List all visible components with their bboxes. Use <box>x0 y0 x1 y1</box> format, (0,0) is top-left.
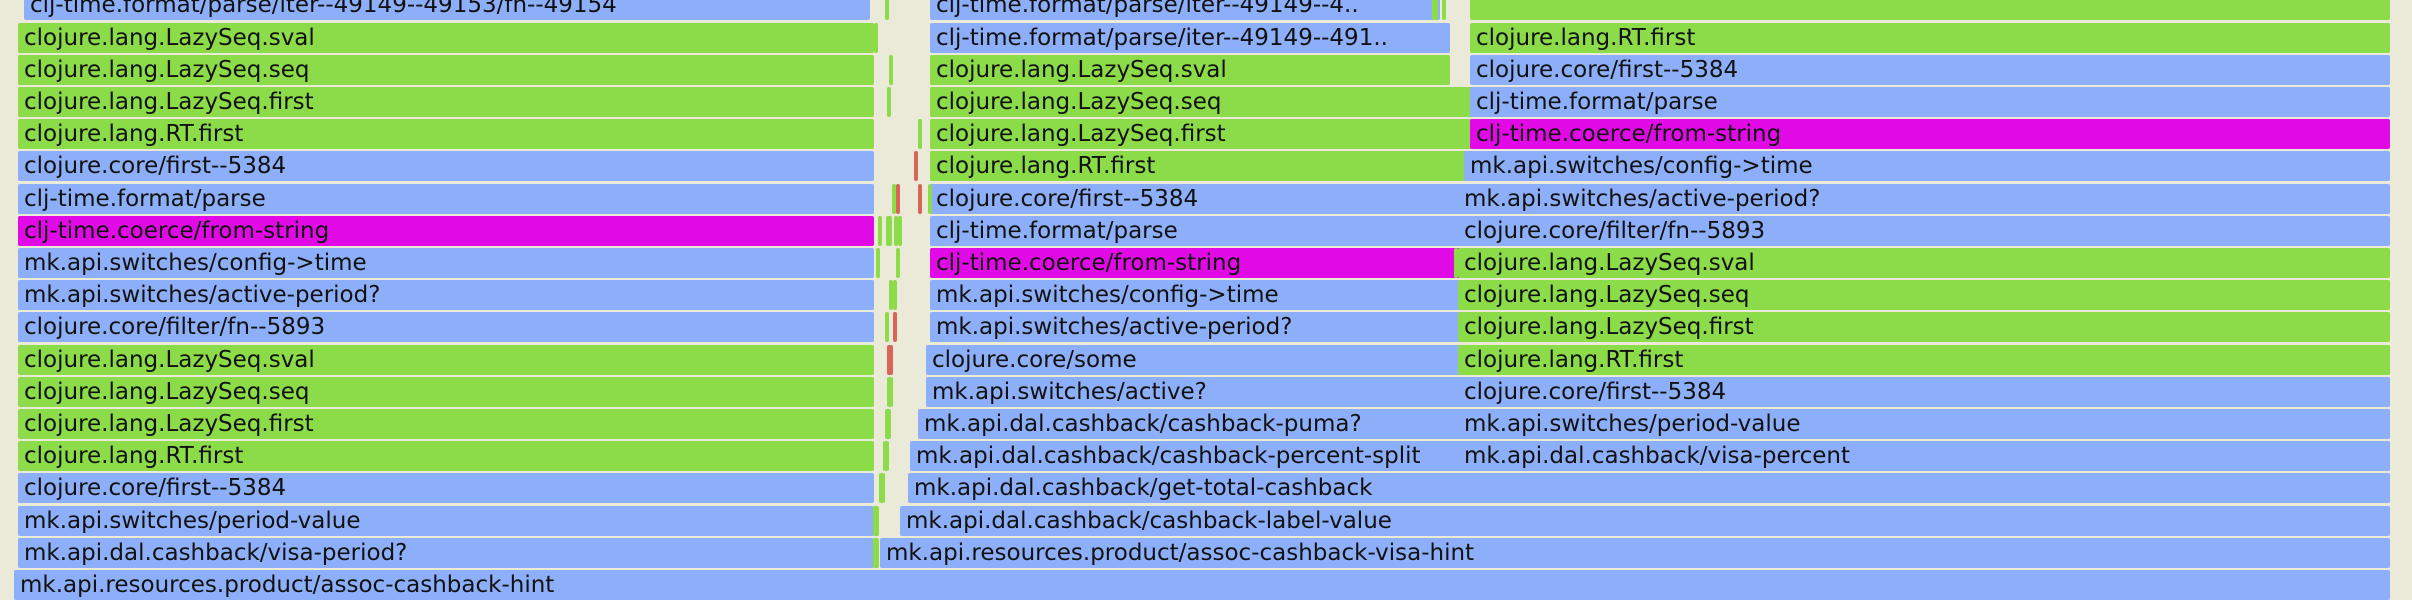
stack-frame-sliver[interactable] <box>896 183 900 214</box>
stack-frame-sliver[interactable] <box>1470 0 2390 21</box>
stack-frame[interactable]: clojure.lang.RT.first <box>18 119 874 150</box>
stack-frame[interactable]: mk.api.switches/active-period? <box>18 280 874 311</box>
stack-frame-sliver[interactable] <box>885 0 889 21</box>
stack-frame[interactable]: mk.api.dal.cashback/cashback-label-value <box>900 505 2390 536</box>
stack-frame[interactable]: clj-time.format/parse <box>18 183 874 214</box>
stack-frame-sliver[interactable] <box>887 376 893 407</box>
stack-frame-sliver[interactable] <box>873 505 879 536</box>
stack-frame-sliver[interactable] <box>874 22 878 53</box>
stack-frame-sliver[interactable] <box>893 280 897 311</box>
stack-frame[interactable]: mk.api.switches/period-value <box>18 505 874 536</box>
stack-frame[interactable]: mk.api.dal.cashback/visa-period? <box>18 537 874 568</box>
stack-frame[interactable]: clojure.lang.LazySeq.seq <box>18 376 874 407</box>
stack-frame-sliver[interactable] <box>918 183 922 214</box>
stack-frame[interactable]: clj-time.format/parse/iter--49149--49153… <box>24 0 870 21</box>
stack-frame[interactable]: clj-time.format/parse/iter--49149--4.. <box>930 0 1440 21</box>
stack-frame-sliver[interactable] <box>885 409 891 439</box>
stack-frame-sliver[interactable] <box>883 441 889 472</box>
stack-frame[interactable]: clojure.lang.RT.first <box>18 441 874 472</box>
stack-frame[interactable]: mk.api.switches/config->time <box>18 248 874 278</box>
stack-frame[interactable]: clj-time.coerce/from-string <box>1470 119 2390 150</box>
stack-frame[interactable]: clojure.core/first--5384 <box>18 473 874 504</box>
stack-frame[interactable]: clojure.core/first--5384 <box>18 151 874 182</box>
stack-frame[interactable]: clojure.lang.LazySeq.seq <box>1458 280 2390 311</box>
stack-frame-sliver[interactable] <box>918 119 922 150</box>
stack-frame-sliver[interactable] <box>1454 248 1458 278</box>
stack-frame[interactable]: mk.api.dal.cashback/get-total-cashback <box>908 473 2390 504</box>
stack-frame[interactable]: mk.api.dal.cashback/visa-percent <box>1458 441 2390 472</box>
stack-frame-sliver[interactable] <box>886 215 892 246</box>
stack-frame[interactable]: clj-time.format/parse <box>1470 87 2390 117</box>
stack-frame[interactable]: clojure.lang.LazySeq.sval <box>1458 248 2390 278</box>
stack-frame[interactable]: mk.api.resources.product/assoc-cashback-… <box>14 570 2390 600</box>
stack-frame-sliver[interactable] <box>889 54 893 85</box>
stack-frame-sliver[interactable] <box>887 344 893 375</box>
stack-frame-sliver[interactable] <box>928 183 932 214</box>
stack-frame-sliver[interactable] <box>898 215 902 246</box>
stack-frame[interactable]: clojure.core/first--5384 <box>1470 54 2390 85</box>
stack-frame[interactable]: clojure.lang.LazySeq.first <box>18 409 874 439</box>
stack-frame-sliver[interactable] <box>878 215 882 246</box>
stack-frame[interactable]: clj-time.format/parse/iter--49149--491.. <box>930 22 1450 53</box>
stack-frame-sliver[interactable] <box>887 87 891 117</box>
stack-frame[interactable]: mk.api.switches/config->time <box>1464 151 2390 182</box>
stack-frame[interactable]: clojure.lang.LazySeq.first <box>18 87 874 117</box>
stack-frame[interactable]: clojure.lang.LazySeq.sval <box>18 22 874 53</box>
stack-frame[interactable]: clj-time.coerce/from-string <box>18 215 874 246</box>
stack-frame[interactable]: clojure.lang.RT.first <box>1470 22 2390 53</box>
stack-frame-sliver[interactable] <box>876 248 880 278</box>
stack-frame[interactable]: clojure.core/filter/fn--5893 <box>18 312 874 343</box>
stack-frame[interactable]: mk.api.switches/period-value <box>1458 409 2390 439</box>
stack-frame-sliver[interactable] <box>885 312 889 343</box>
stack-frame[interactable]: clojure.lang.RT.first <box>1458 344 2390 375</box>
stack-frame[interactable]: mk.api.switches/active-period? <box>1458 183 2390 214</box>
stack-frame-sliver[interactable] <box>879 473 885 504</box>
stack-frame-sliver[interactable] <box>1432 0 1438 21</box>
stack-frame-sliver[interactable] <box>893 312 897 343</box>
stack-frame[interactable]: mk.api.resources.product/assoc-cashback-… <box>880 537 2390 568</box>
stack-frame[interactable]: clojure.core/filter/fn--5893 <box>1458 215 2390 246</box>
flame-graph: mk.api.resources.product/assoc-cashback-… <box>0 0 2412 600</box>
stack-frame[interactable]: clojure.lang.LazySeq.seq <box>18 54 874 85</box>
stack-frame[interactable]: clojure.lang.LazySeq.first <box>1458 312 2390 343</box>
stack-frame[interactable]: clojure.lang.LazySeq.sval <box>18 344 874 375</box>
stack-frame-sliver[interactable] <box>873 537 879 568</box>
stack-frame-sliver[interactable] <box>1442 0 1446 21</box>
stack-frame[interactable]: clojure.lang.LazySeq.sval <box>930 54 1450 85</box>
stack-frame[interactable]: clojure.core/first--5384 <box>1458 376 2390 407</box>
stack-frame-sliver[interactable] <box>896 248 900 278</box>
stack-frame-sliver[interactable] <box>914 151 918 182</box>
